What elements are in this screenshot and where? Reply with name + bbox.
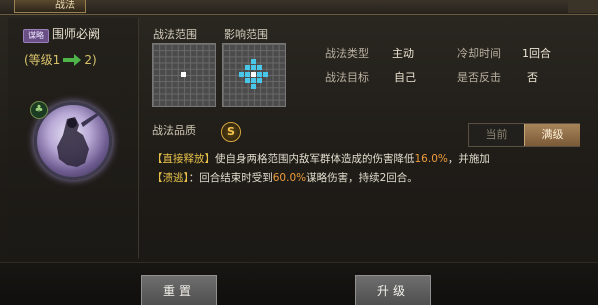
direct-release-tag: 【直接释放】 (152, 153, 215, 165)
effect-cell (251, 65, 256, 70)
tactic-range-label: 战法范围 (153, 28, 197, 41)
effect-cell (257, 65, 262, 70)
skill-level-range: (等级1 2) (24, 52, 97, 68)
effect-cell (251, 84, 256, 89)
tab-max-level[interactable]: 满级 (524, 124, 580, 146)
effect-range-label: 影响范围 (224, 28, 268, 41)
tab-current-level[interactable]: 当前 (469, 124, 524, 146)
desc-text-4: 谋略伤害，持续2回合。 (306, 172, 418, 184)
skill-type-value: 主动 (392, 47, 414, 60)
level-view-toggle: 当前 满级 (468, 123, 580, 147)
effect-cell (257, 78, 262, 83)
skill-description: 【直接释放】使自身两格范围内敌军群体造成的伤害降低16.0%，并施加 【溃逃】：… (152, 150, 582, 188)
reset-button[interactable]: 重置 (141, 275, 217, 305)
skill-target-value: 自己 (394, 71, 416, 84)
effect-cell (263, 72, 268, 77)
skill-type-badge: 谋略 (23, 29, 49, 43)
effect-cell (245, 78, 250, 83)
warrior-silhouette-icon (57, 113, 99, 167)
title-bar: 战法 (0, 0, 598, 15)
title-corner-decoration (568, 0, 598, 13)
skill-target-label: 战法目标 (325, 71, 369, 84)
skill-type-label: 战法类型 (325, 47, 369, 60)
damage-reduction-value: 16.0% (414, 153, 448, 165)
quality-grade-badge: S (221, 122, 241, 142)
effect-cell (239, 72, 244, 77)
effect-cell (245, 65, 250, 70)
skill-name: 围师必阙 (52, 27, 101, 41)
level-to-text: 2) (84, 53, 97, 67)
counter-attack-value: 否 (527, 71, 538, 84)
level-from-text: (等级1 (24, 53, 61, 67)
effect-cell (257, 72, 262, 77)
rout-status-tag: 【溃逃】 (152, 172, 189, 184)
cooldown-value: 1回合 (522, 47, 551, 60)
self-cell (181, 72, 186, 77)
effect-cell (251, 59, 256, 64)
arrow-right-icon (63, 54, 82, 66)
clover-icon: ♣ (30, 101, 48, 119)
upgrade-button[interactable]: 升级 (355, 275, 431, 305)
effect-range-grid (222, 43, 286, 107)
effect-cell (245, 72, 250, 77)
cooldown-label: 冷却时间 (457, 47, 501, 60)
desc-text-3: ：回合结束时受到 (188, 172, 273, 184)
bottom-action-bar (0, 262, 598, 305)
tactic-range-grid (152, 43, 216, 107)
desc-text-2: ，并施加 (447, 153, 490, 165)
desc-text-1: 使自身两格范围内敌军群体造成的伤害降低 (215, 153, 415, 165)
skill-detail-screen: 战法 谋略 围师必阙 (等级1 2) ♣ 战法范围 影响范围 战法类型 主动 冷… (0, 0, 598, 305)
self-cell (251, 72, 256, 77)
effect-cell (251, 78, 256, 83)
counter-attack-label: 是否反击 (457, 71, 501, 84)
window-title: 战法 (14, 0, 86, 13)
strategy-damage-value: 60.0% (272, 172, 307, 184)
skill-quality-label: 战法品质 (152, 124, 196, 137)
